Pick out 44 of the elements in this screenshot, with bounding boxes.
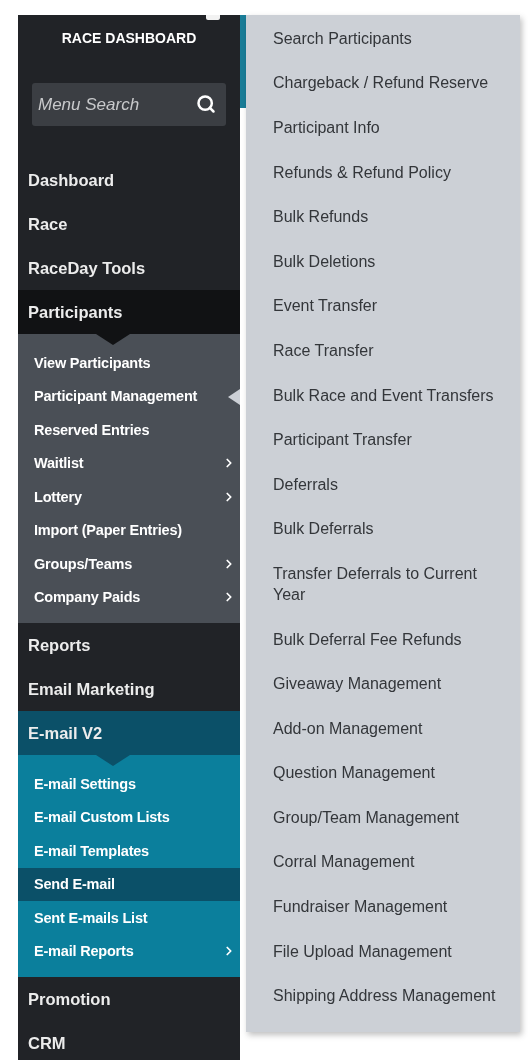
flyout-item[interactable]: Search Participants <box>246 16 520 61</box>
flyout-item[interactable]: Chargeback / Refund Reserve <box>246 60 520 106</box>
flyout-item[interactable]: Giveaway Management <box>246 661 520 706</box>
flyout-item[interactable]: Shipping Address Management <box>246 973 520 1019</box>
flyout-item[interactable]: Deferrals <box>246 461 520 507</box>
submenu-item[interactable]: E-mail Templates <box>18 834 240 868</box>
flyout-item[interactable]: Refunds & Refund Policy <box>246 149 520 195</box>
submenu-item[interactable]: Sent E-mails List <box>18 901 240 935</box>
flyout-item[interactable]: Race Transfer <box>246 328 520 373</box>
flyout-item[interactable]: Bulk Deletions <box>246 238 520 284</box>
flyout-item[interactable]: File Upload Management <box>246 928 520 974</box>
flyout-item[interactable]: Bulk Race and Event Transfers <box>246 372 520 418</box>
submenu-item[interactable]: Lottery <box>18 480 240 514</box>
scrollbar-thumb[interactable] <box>240 15 246 108</box>
corner-icon <box>206 15 220 20</box>
flyout-item[interactable]: Corral Management <box>246 839 520 885</box>
flyout-item[interactable]: Fundraiser Management <box>246 884 520 929</box>
flyout-item[interactable]: Bulk Deferrals <box>246 506 520 552</box>
pointer-notch <box>96 755 130 766</box>
flyout-item[interactable]: Question Management <box>246 750 520 796</box>
search-icon[interactable] <box>196 94 216 114</box>
flyout-item[interactable]: Transfer Deferrals to Current Year <box>246 551 520 617</box>
submenu-item[interactable]: E-mail Settings <box>18 767 240 801</box>
flyout-item[interactable]: Group/Team Management <box>246 795 520 840</box>
flyout-item[interactable]: Bulk Refunds <box>246 194 520 239</box>
flyout-item[interactable]: Bulk Deferral Fee Refunds <box>246 616 520 662</box>
pointer-notch <box>96 334 130 345</box>
flyout-item[interactable]: Add-on Management <box>246 705 520 751</box>
submenu-item[interactable]: E-mail Reports <box>18 934 240 968</box>
flyout-item[interactable]: Participant Info <box>246 105 520 150</box>
submenu-item[interactable]: Send E-mail <box>18 867 240 901</box>
flyout-item[interactable]: Participant Transfer <box>246 417 520 462</box>
nav-item[interactable]: Participants <box>18 290 240 334</box>
submenu-item[interactable]: Import (Paper Entries) <box>18 513 240 547</box>
menu-search-field[interactable]: Menu Search <box>32 83 226 126</box>
submenu-item[interactable]: Waitlist <box>18 446 240 480</box>
submenu-item[interactable]: Reserved Entries <box>18 413 240 447</box>
submenu-item[interactable]: Company Paids <box>18 580 240 614</box>
sidebar-title: RACE DASHBOARD <box>61 30 197 46</box>
flyout-item[interactable]: Event Transfer <box>246 283 520 329</box>
nav-item[interactable]: E-mail V2 <box>18 711 240 755</box>
submenu-item[interactable]: E-mail Custom Lists <box>18 800 240 834</box>
submenu-item[interactable]: Groups/Teams <box>18 547 240 581</box>
submenu-item[interactable]: View Participants <box>18 346 240 380</box>
